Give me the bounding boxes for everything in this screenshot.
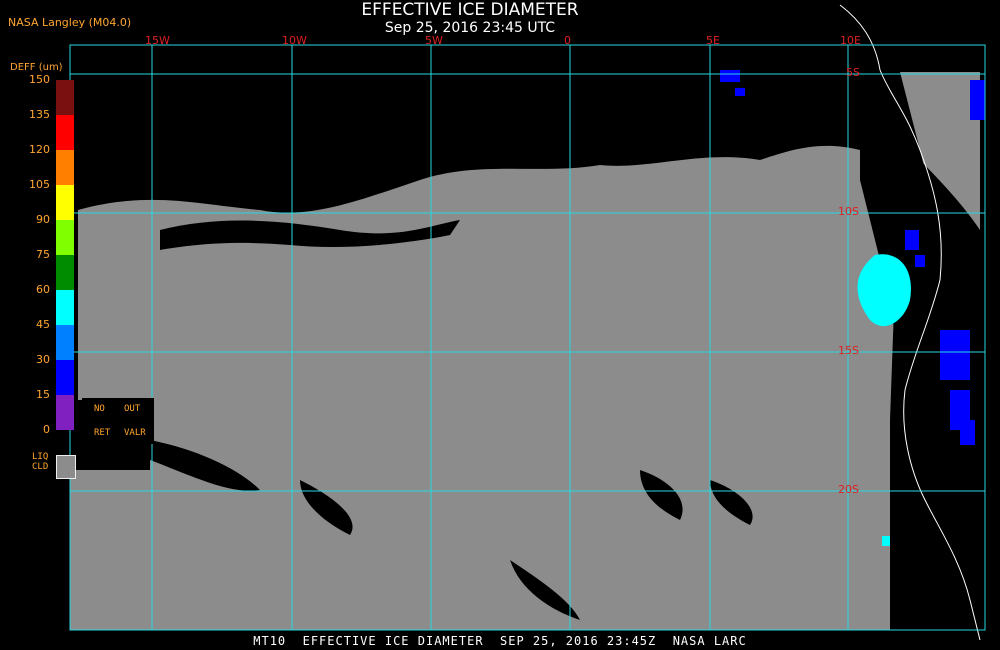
colorbar-tick: 120 — [29, 143, 50, 156]
colorbar-swatch — [56, 395, 74, 430]
lat-label-5s: 5S — [846, 66, 860, 79]
lon-label-5e: 5E — [706, 34, 720, 47]
valr-label: VALR — [124, 428, 146, 438]
colorbar-tick: 30 — [36, 353, 50, 366]
colorbar-tick: 75 — [36, 248, 50, 261]
colorbar-tick: 15 — [36, 388, 50, 401]
colorbar-tick: 60 — [36, 283, 50, 296]
colorbar-title: DEFF (um) — [10, 62, 63, 73]
ret-label: RET — [94, 428, 111, 438]
liq-text: LIQ — [32, 452, 49, 462]
cld-text: CLD — [32, 462, 49, 472]
map-title: EFFECTIVE ICE DIAMETER — [361, 0, 579, 20]
lat-label-15s: 15S — [838, 344, 859, 357]
out-label: OUT — [124, 404, 141, 414]
colorbar-tick: 90 — [36, 213, 50, 226]
colorbar-swatch — [56, 220, 74, 255]
lon-label-15w: 15W — [145, 34, 170, 47]
colorbar-tick: 0 — [43, 423, 50, 436]
colorbar-tick: 45 — [36, 318, 50, 331]
colorbar-tick: 105 — [29, 178, 50, 191]
lon-label-5w: 5W — [425, 34, 443, 47]
lat-label-20s: 20S — [838, 483, 859, 496]
colorbar-swatch — [56, 255, 74, 290]
source-label: NASA Langley (M04.0) — [8, 16, 132, 29]
lon-label-0: 0 — [564, 34, 571, 47]
lon-label-10e: 10E — [840, 34, 861, 47]
no-label: NO — [94, 404, 105, 414]
colorbar-tick: 150 — [29, 73, 50, 86]
colorbar-swatch — [56, 325, 74, 360]
liquid-cloud-swatch — [56, 455, 76, 479]
colorbar-tick: 135 — [29, 108, 50, 121]
satellite-map — [0, 0, 1000, 650]
map-timestamp: Sep 25, 2016 23:45 UTC — [384, 20, 556, 36]
colorbar-swatch — [56, 185, 74, 220]
colorbar-swatch — [56, 150, 74, 185]
lon-label-10w: 10W — [282, 34, 307, 47]
no-retrieval-box: NO OUT RET VALR — [82, 398, 154, 444]
footer-caption: MT10 EFFECTIVE ICE DIAMETER SEP 25, 2016… — [253, 634, 747, 648]
colorbar-swatch — [56, 290, 74, 325]
lat-label-10s: 10S — [838, 205, 859, 218]
colorbar-swatch — [56, 115, 74, 150]
colorbar-swatch — [56, 360, 74, 395]
colorbar-swatch — [56, 80, 74, 115]
liquid-cloud-label: LIQ CLD — [32, 452, 48, 472]
